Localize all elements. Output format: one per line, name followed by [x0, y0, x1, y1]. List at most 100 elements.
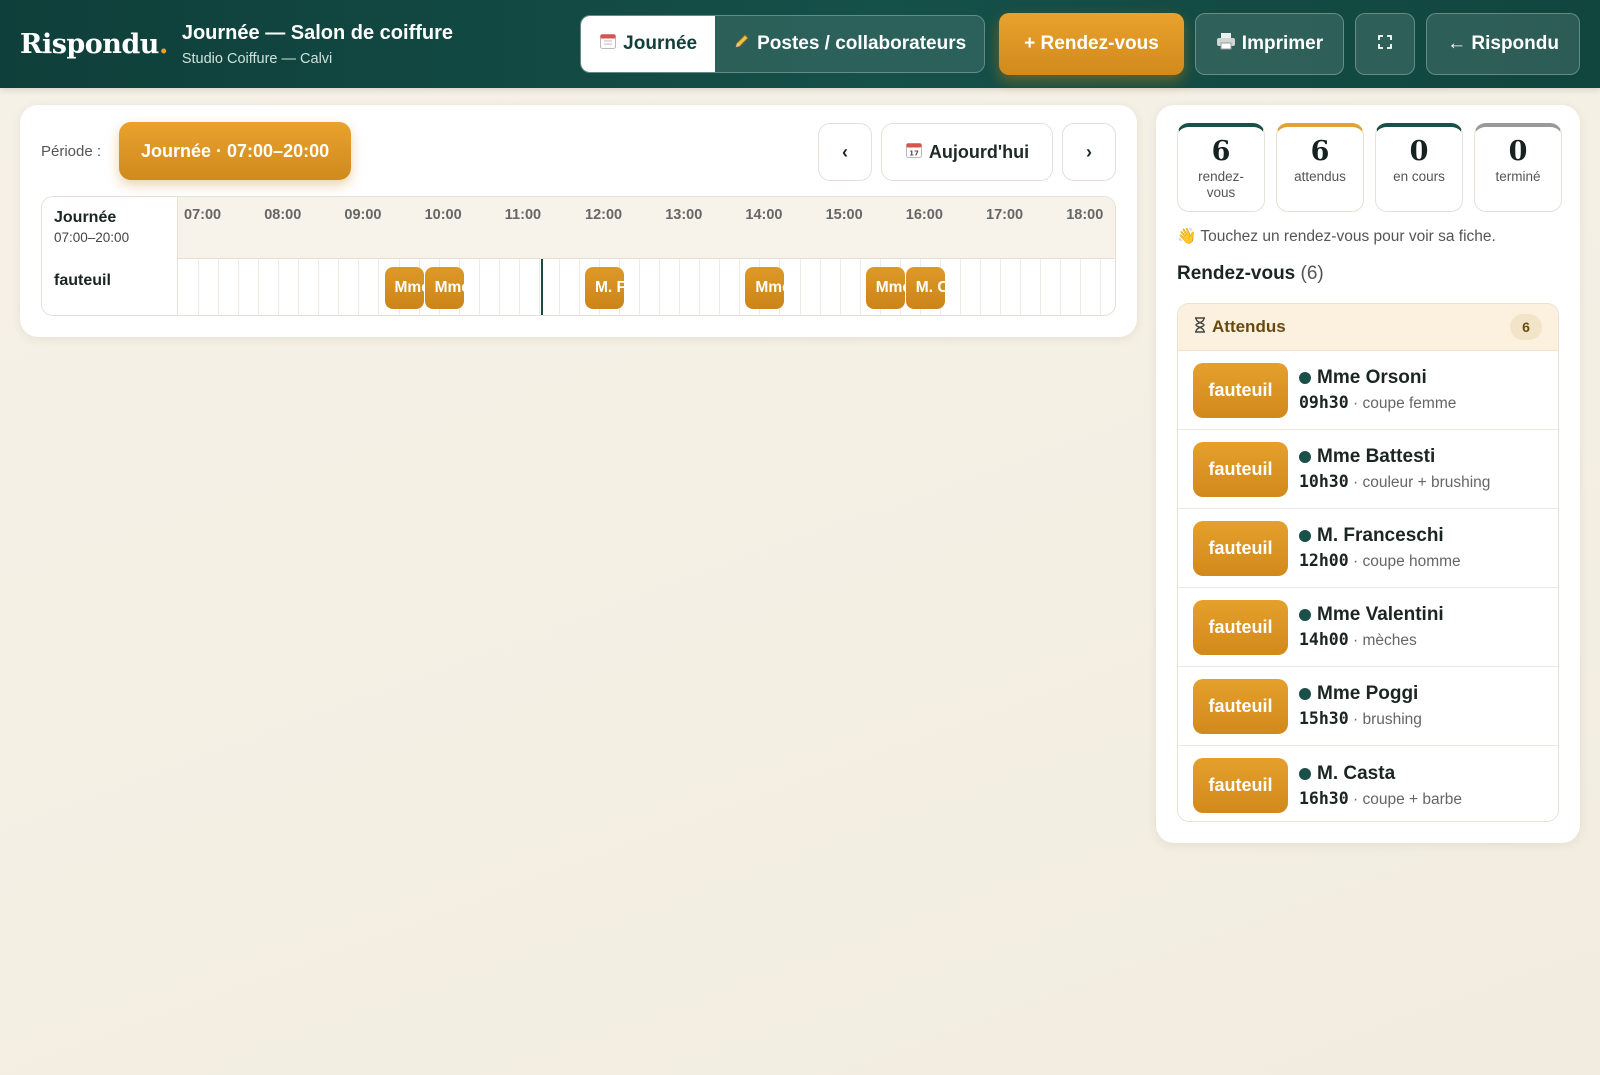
grid-line — [819, 259, 821, 315]
grid-line — [1020, 259, 1022, 315]
stat-total[interactable]: 6 rendez-vous — [1177, 123, 1265, 212]
group-attendus: Attendus 6 fauteuil Mme Orsoni 09h30 · cou… — [1177, 303, 1559, 822]
print-button[interactable]: Imprimer — [1194, 13, 1345, 75]
tab-postes-label: Postes / collaborateurs — [757, 33, 967, 54]
hour-labels: 07:00 08:00 09:00 10:00 11:00 12:00 13:00 14:00… — [178, 197, 1115, 259]
hour-label: 08:00 — [264, 207, 302, 223]
appointment-meta: 16h30 · coupe + barbe — [1299, 788, 1462, 808]
appointment-time: 16h30 — [1299, 788, 1349, 808]
timeline-appointment[interactable]: M. Franceschi — [585, 267, 625, 309]
svg-text:17: 17 — [909, 149, 919, 157]
tab-journee[interactable]: Journée — [581, 16, 716, 72]
grid-line — [1000, 259, 1001, 315]
brand-logo[interactable]: Rispondu. — [20, 29, 168, 60]
printer-icon — [1216, 32, 1236, 56]
appointment-list-item[interactable]: fauteuil Mme Battesti 10h30 · couleur + br… — [1178, 430, 1558, 509]
timeline-appointment[interactable]: M. Casta — [905, 267, 945, 309]
grid-line — [859, 259, 861, 315]
appointment-details: Mme Orsoni 09h30 · coupe femme — [1299, 367, 1456, 413]
resource-chip: fauteuil — [1193, 441, 1288, 497]
salon-name: Studio Coiffure — Calvi — [181, 51, 333, 67]
fullscreen-icon — [1378, 33, 1393, 55]
timeline-header: Journée 07:00–20:00 07:00 08:00 09:00 10:00… — [42, 197, 1115, 259]
timeline-appointment[interactable]: Mme Battesti — [424, 267, 464, 309]
appointment-list-item[interactable]: fauteuil M. Casta 16h30 · coupe + barbe — [1178, 746, 1558, 821]
client-name-row: Mme Poggi — [1299, 683, 1422, 705]
service-name: couleur + brushing — [1362, 474, 1491, 491]
resource-row-label: fauteuil — [42, 259, 178, 315]
grid-line — [358, 259, 360, 315]
grid-line — [338, 259, 340, 315]
grid-line — [839, 259, 841, 315]
stat-total-value: 6 — [1211, 136, 1231, 167]
status-dot-icon — [1299, 767, 1311, 780]
client-name: M. Casta — [1317, 762, 1396, 784]
grid-line — [578, 259, 580, 315]
grid-line — [478, 259, 480, 315]
stat-waiting-label: attendus — [1294, 169, 1346, 184]
service-name: coupe femme — [1362, 395, 1457, 412]
appointment-list-item[interactable]: fauteuil M. Franceschi 12h00 · coupe homme — [1178, 509, 1558, 588]
grid-line — [1080, 259, 1082, 315]
resource-chip: fauteuil — [1193, 678, 1288, 734]
back-to-rispondu-button[interactable]: ← Rispondu — [1426, 13, 1580, 75]
timeline-corner: Journée 07:00–20:00 — [42, 197, 178, 259]
grid-line — [639, 259, 641, 315]
group-title: Attendus — [1194, 316, 1286, 338]
calendar-icon: 17 — [905, 141, 923, 164]
grid-line — [318, 259, 320, 315]
today-button[interactable]: 17 Aujourd'hui — [881, 123, 1053, 181]
resource-chip: fauteuil — [1193, 599, 1288, 655]
resource-chip: fauteuil — [1193, 362, 1288, 418]
appointment-list-item[interactable]: fauteuil Mme Poggi 15h30 · brushing — [1178, 667, 1558, 746]
group-attendus-header[interactable]: Attendus 6 — [1178, 304, 1558, 351]
grid-line — [518, 259, 520, 315]
status-dot-icon — [1299, 372, 1311, 384]
tab-postes[interactable]: Postes / collaborateurs — [715, 16, 985, 72]
appointment-details: Mme Battesti 10h30 · couleur + brushing — [1299, 446, 1490, 492]
appointment-time: 09h30 — [1299, 393, 1349, 412]
appointment-time: 12h00 — [1299, 551, 1349, 570]
client-name-row: M. Franceschi — [1299, 525, 1461, 547]
new-appointment-button[interactable]: + Rendez-vous — [999, 13, 1184, 75]
client-name-row: Mme Battesti — [1299, 446, 1490, 468]
hour-label: 17:00 — [986, 207, 1024, 223]
tap-hint: 👋 Touchez un rendez-vous pour voir sa fi… — [1177, 228, 1496, 245]
resource-lane[interactable]: Mme OrsoniMme Battesti M. Franceschi Mme V… — [178, 259, 1115, 315]
stat-in-progress[interactable]: 0 en cours — [1375, 123, 1463, 212]
status-dot-icon — [1299, 688, 1311, 700]
today-label: Aujourd'hui — [928, 141, 1030, 162]
resource-chip: fauteuil — [1193, 520, 1288, 576]
appointment-list-item[interactable]: fauteuil Mme Valentini 14h00 · mèches — [1178, 588, 1558, 667]
timeline-appointment[interactable]: Mme Orsoni — [384, 267, 424, 309]
appointment-meta: 15h30 · brushing — [1299, 709, 1422, 728]
grid-line — [558, 259, 560, 315]
stat-done-value: 0 — [1508, 136, 1528, 167]
stat-waiting[interactable]: 6 attendus — [1276, 123, 1364, 212]
grid-line — [1060, 259, 1062, 315]
appointment-details: Mme Poggi 15h30 · brushing — [1299, 683, 1422, 729]
previous-day-button[interactable]: ‹ — [818, 123, 872, 181]
appointment-time: 15h30 — [1299, 709, 1349, 728]
grid-line — [378, 259, 380, 315]
hour-label: 14:00 — [745, 207, 783, 223]
stat-in-progress-label: en cours — [1393, 169, 1445, 184]
appointment-meta: 10h30 · couleur + brushing — [1299, 472, 1491, 491]
tab-journee-label: Journée — [623, 33, 698, 54]
stat-done-label: terminé — [1495, 169, 1541, 184]
timeline-corner-range: 07:00–20:00 — [54, 230, 130, 245]
grid-line — [979, 259, 981, 315]
stat-done[interactable]: 0 terminé — [1474, 123, 1562, 212]
fullscreen-button[interactable] — [1355, 13, 1416, 75]
grid-line — [198, 259, 199, 315]
client-name: Mme Poggi — [1317, 683, 1419, 704]
grid-line — [538, 259, 540, 315]
client-name: M. Franceschi — [1317, 525, 1444, 546]
timeline-appointment[interactable]: Mme Poggi — [865, 267, 905, 309]
timeline-appointment[interactable]: Mme Valentini — [745, 267, 785, 309]
hour-label: 18:00 — [1066, 207, 1104, 223]
appointment-list-item[interactable]: fauteuil Mme Orsoni 09h30 · coupe femme — [1178, 351, 1558, 430]
hour-label: 11:00 — [504, 207, 542, 223]
periode-select-button[interactable]: Journée · 07:00–20:00 — [119, 122, 352, 180]
next-day-button[interactable]: › — [1062, 123, 1116, 181]
